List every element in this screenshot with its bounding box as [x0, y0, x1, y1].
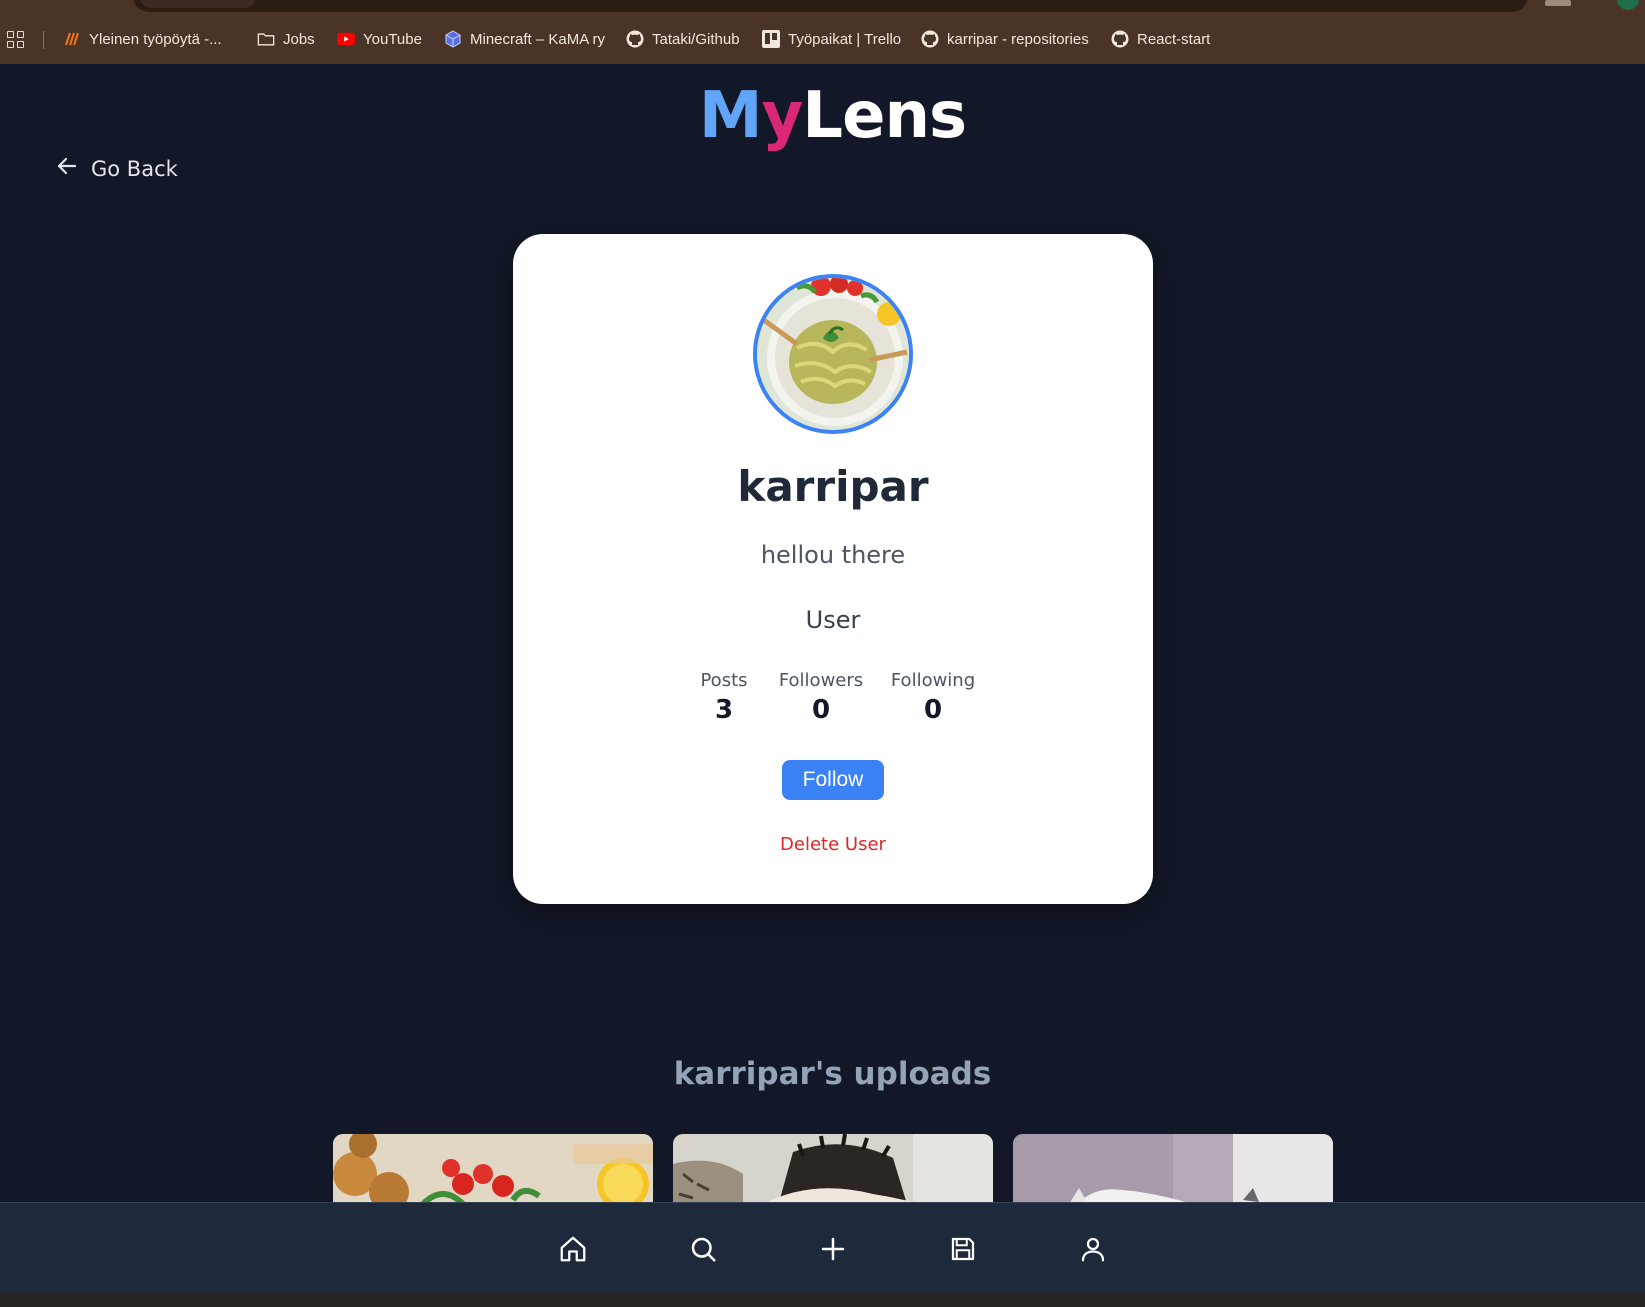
save-icon[interactable] [946, 1232, 980, 1266]
plus-icon[interactable] [816, 1232, 850, 1266]
bookmark-label: Jobs [283, 30, 315, 48]
bookmark-item[interactable]: Minecraft – KaMA ry [444, 28, 605, 50]
bookmark-label: Minecraft – KaMA ry [470, 30, 606, 48]
search-icon[interactable] [686, 1232, 720, 1266]
stat-following: Following 0 [883, 670, 983, 725]
cube-icon [444, 30, 462, 48]
bookmark-label: Työpaikat | Trello [788, 30, 902, 48]
folder-icon [257, 30, 275, 48]
browser-toolbar: Yleinen työpöytä -... Jobs YouTube Minec… [0, 0, 1645, 64]
bookmark-item[interactable]: YouTube [337, 28, 422, 50]
uploads-title: karripar's uploads [673, 1056, 992, 1092]
stat-posts-label: Posts [700, 670, 748, 691]
bookmark-item[interactable]: React-start [1111, 28, 1210, 50]
github-icon [1111, 30, 1129, 48]
avatar [753, 274, 913, 434]
logo-letter-m: M [698, 79, 763, 153]
bookmark-item[interactable]: Yleinen työpöytä -... [63, 28, 222, 50]
bookmark-label: Yleinen työpöytä -... [89, 30, 222, 48]
apps-grid-icon[interactable] [7, 31, 24, 48]
bottom-navigation [0, 1202, 1645, 1294]
extension-icon[interactable] [1545, 0, 1571, 6]
arrow-left-icon [55, 154, 79, 183]
app-logo[interactable]: MyLens [0, 80, 1645, 152]
profile-username: karripar [737, 462, 929, 511]
go-back-label: Go Back [91, 156, 178, 181]
follow-button[interactable]: Follow [782, 760, 884, 800]
bookmark-separator [43, 31, 44, 49]
go-back-button[interactable]: Go Back [55, 154, 178, 183]
stat-followers: Followers 0 [771, 670, 871, 725]
stat-followers-value: 0 [811, 695, 831, 725]
youtube-icon [337, 30, 355, 48]
trello-icon [762, 30, 780, 48]
bookmark-label: Tataki/Github [652, 30, 740, 48]
workspace-icon [63, 30, 81, 48]
stat-following-value: 0 [923, 695, 943, 725]
stat-posts: Posts 3 [683, 670, 765, 725]
github-icon [626, 30, 644, 48]
bookmarks-bar: Yleinen työpöytä -... Jobs YouTube Minec… [0, 25, 1645, 53]
delete-user-button[interactable]: Delete User [513, 834, 1153, 855]
bookmark-item[interactable]: Tataki/Github [626, 28, 740, 50]
stat-followers-label: Followers [778, 670, 864, 691]
bookmark-label: karripar - repositories [947, 30, 1089, 48]
logo-letter-y: y [761, 79, 804, 153]
home-icon[interactable] [556, 1232, 590, 1266]
profile-icon[interactable] [1617, 0, 1639, 10]
github-icon [921, 30, 939, 48]
taskbar-strip [0, 1294, 1645, 1307]
address-bar-chip [140, 0, 256, 8]
bookmark-item[interactable]: Työpaikat | Trello [762, 28, 901, 50]
profile-card: karripar hellou there User Posts 3 Follo… [513, 234, 1153, 904]
bookmark-label: YouTube [363, 30, 422, 48]
user-icon[interactable] [1076, 1232, 1110, 1266]
stat-posts-value: 3 [714, 695, 734, 725]
bookmark-item[interactable]: karripar - repositories [921, 28, 1089, 50]
profile-role: User [805, 606, 861, 634]
stat-following-label: Following [890, 670, 976, 691]
bookmark-label: React-start [1137, 30, 1211, 48]
bookmark-item[interactable]: Jobs [257, 28, 315, 50]
address-bar[interactable] [133, 0, 1528, 12]
profile-bio: hellou there [760, 541, 906, 569]
logo-word-lens: Lens [802, 79, 967, 153]
